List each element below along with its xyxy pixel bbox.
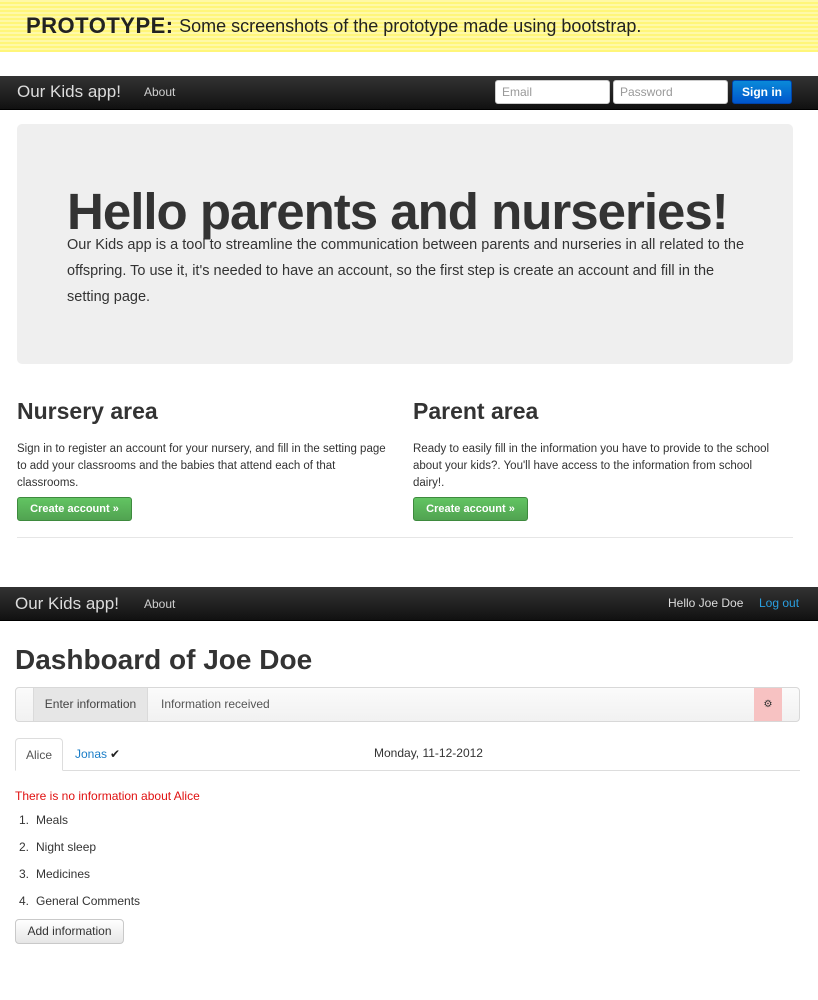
sign-in-button[interactable]: Sign in [732, 80, 792, 104]
nav-about-link[interactable]: About [144, 85, 175, 99]
child-tabs: Alice Jonas ✔ Monday, 11-12-2012 [15, 738, 800, 771]
hero-text: Our Kids app is a tool to streamline the… [67, 237, 745, 305]
gear-icon[interactable]: ⚙ [754, 688, 782, 721]
nursery-area-text: Sign in to register an account for your … [17, 443, 386, 489]
tab-jonas-label: Jonas [75, 747, 108, 761]
list-item[interactable]: 4. General Comments [19, 894, 140, 921]
list-item-number: 3. [19, 867, 30, 881]
list-item[interactable]: 1. Meals [19, 813, 140, 840]
list-item-label: Medicines [36, 867, 91, 881]
parent-create-account-button[interactable]: Create account » [413, 497, 528, 521]
information-received-tab[interactable]: Information received [161, 688, 270, 721]
nursery-area: Nursery area Sign in to register an acco… [17, 398, 387, 492]
list-item-label: General Comments [36, 894, 141, 908]
user-greeting: Hello Joe Doe [668, 596, 744, 610]
enter-information-tab[interactable]: Enter information [33, 688, 148, 721]
password-input[interactable] [613, 80, 728, 104]
parent-area: Parent area Ready to easily fill in the … [413, 398, 783, 492]
parent-area-text: Ready to easily fill in the information … [413, 443, 770, 489]
prototype-banner: PROTOTYPE: Some screenshots of the proto… [0, 0, 818, 52]
list-item-number: 1. [19, 813, 30, 827]
list-item-number: 4. [19, 894, 30, 908]
divider [17, 537, 793, 538]
dashboard-navbar: Our Kids app! About Hello Joe Doe Log ou… [0, 587, 818, 621]
nursery-create-account-button[interactable]: Create account » [17, 497, 132, 521]
nursery-area-title: Nursery area [17, 398, 158, 424]
dashboard-subnav: Enter information Information received ⚙ [15, 687, 800, 722]
add-information-button[interactable]: Add information [15, 919, 124, 944]
log-out-link[interactable]: Log out [759, 596, 799, 610]
banner-text: Some screenshots of the prototype made u… [179, 15, 642, 36]
email-input[interactable] [495, 80, 610, 104]
list-item-number: 2. [19, 840, 30, 854]
hero-unit: Hello parents and nurseries! Our Kids ap… [17, 124, 793, 364]
list-item-label: Night sleep [36, 840, 97, 854]
tab-jonas[interactable]: Jonas ✔ [75, 738, 120, 771]
date-label: Monday, 11-12-2012 [374, 746, 483, 760]
tab-alice[interactable]: Alice [15, 738, 63, 771]
list-item[interactable]: 2. Night sleep [19, 840, 140, 867]
information-list: 1. Meals 2. Night sleep 3. Medicines 4. Gene… [19, 813, 140, 921]
top-navbar: Our Kids app! About Sign in [0, 76, 818, 110]
page-title: Dashboard of Joe Doe [15, 644, 313, 675]
nav-about-link[interactable]: About [144, 597, 175, 611]
list-item[interactable]: 3. Medicines [19, 867, 140, 894]
no-information-alert: There is no information about Alice [15, 789, 200, 803]
brand-logo[interactable]: Our Kids app! [15, 594, 119, 614]
banner-title: PROTOTYPE [26, 13, 166, 38]
banner-colon: : [165, 13, 174, 38]
brand-logo[interactable]: Our Kids app! [17, 82, 121, 102]
parent-area-title: Parent area [413, 398, 539, 424]
list-item-label: Meals [36, 813, 69, 827]
check-icon: ✔ [110, 747, 121, 761]
